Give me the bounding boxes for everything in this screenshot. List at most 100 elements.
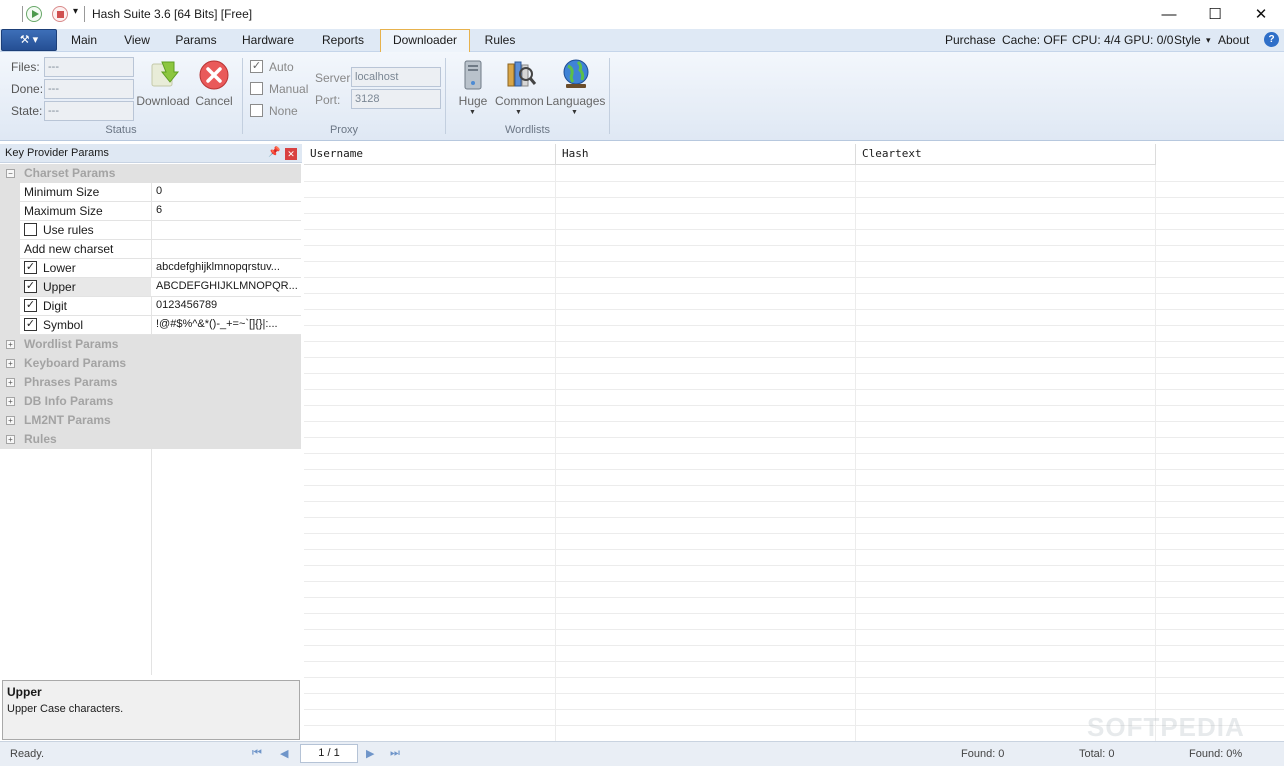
prop-key: Upper: [43, 280, 76, 294]
column-header-username[interactable]: Username: [304, 144, 556, 165]
prop-value[interactable]: 0: [156, 185, 298, 197]
tab-main[interactable]: Main: [60, 29, 108, 52]
prop-key[interactable]: Add new charset: [24, 242, 113, 256]
quick-access-menu-icon[interactable]: ▾: [73, 6, 78, 17]
tab-params[interactable]: Params: [168, 29, 224, 52]
maximize-button[interactable]: ☐: [1192, 0, 1238, 29]
prev-page-icon[interactable]: ◀: [280, 747, 288, 760]
hash-table[interactable]: Username Hash Cleartext: [304, 144, 1284, 741]
about-menu[interactable]: About: [1218, 33, 1249, 47]
prop-row-upper[interactable]: ✓ Upper ABCDEFGHIJKLMNOPQR...: [20, 278, 301, 297]
prop-value[interactable]: abcdefghijklmnopqrstuv...: [156, 261, 298, 273]
prop-row-maximum-size[interactable]: Maximum Size 6: [20, 202, 301, 221]
expand-icon[interactable]: +: [6, 340, 15, 349]
panel-title: Key Provider Params: [5, 147, 109, 159]
auto-checkbox[interactable]: ✓: [250, 60, 263, 73]
upper-checkbox[interactable]: ✓: [24, 280, 37, 293]
pin-icon[interactable]: 📌: [268, 147, 280, 158]
chevron-down-icon[interactable]: ▼: [515, 109, 522, 116]
prop-row-lower[interactable]: ✓ Lower abcdefghijklmnopqrstuv...: [20, 259, 301, 278]
prop-row-use-rules[interactable]: Use rules: [20, 221, 301, 240]
manual-label: Manual: [269, 82, 309, 96]
expand-icon[interactable]: +: [6, 378, 15, 387]
prop-value[interactable]: 0123456789: [156, 299, 298, 311]
cancel-button[interactable]: Cancel: [193, 94, 235, 108]
lower-checkbox[interactable]: ✓: [24, 261, 37, 274]
cpu-gpu-status[interactable]: CPU: 4/4 GPU: 0/0: [1072, 33, 1173, 47]
globe-icon[interactable]: [560, 58, 592, 90]
download-button[interactable]: Download: [136, 94, 190, 108]
row-line: [304, 709, 1284, 710]
description-title: Upper: [7, 685, 42, 699]
prop-row-symbol[interactable]: ✓ Symbol !@#$%^&*()-_+=~`[]{}|:...: [20, 316, 301, 335]
tab-reports[interactable]: Reports: [312, 29, 374, 52]
languages-button[interactable]: Languages: [546, 94, 605, 108]
download-icon[interactable]: [148, 58, 180, 90]
row-line: [304, 469, 1284, 470]
expand-icon[interactable]: +: [6, 416, 15, 425]
prop-row-add-new-charset[interactable]: Add new charset: [20, 240, 301, 259]
port-field[interactable]: 3128: [351, 89, 441, 109]
category-keyboard-params[interactable]: + Keyboard Params: [0, 354, 301, 373]
help-icon[interactable]: ?: [1264, 32, 1279, 47]
close-button[interactable]: ✕: [1238, 0, 1284, 29]
first-page-icon[interactable]: ⏮: [252, 747, 262, 760]
digit-checkbox[interactable]: ✓: [24, 299, 37, 312]
minimize-button[interactable]: —: [1146, 0, 1192, 29]
last-page-icon[interactable]: ⏭: [390, 747, 400, 760]
tab-view[interactable]: View: [114, 29, 160, 52]
huge-button[interactable]: Huge: [454, 94, 492, 108]
page-input[interactable]: 1 / 1: [300, 744, 358, 763]
category-db-info-params[interactable]: + DB Info Params: [0, 392, 301, 411]
chevron-down-icon[interactable]: ▼: [469, 109, 476, 116]
purchase-link[interactable]: Purchase: [945, 33, 996, 47]
prop-value[interactable]: ABCDEFGHIJKLMNOPQR...: [156, 280, 298, 292]
stop-icon[interactable]: [52, 6, 68, 22]
expand-icon[interactable]: +: [6, 359, 15, 368]
group-separator: [242, 58, 243, 134]
cancel-icon[interactable]: [198, 59, 230, 91]
watermark: SOFTPEDIA: [1087, 712, 1245, 742]
category-wordlist-params[interactable]: + Wordlist Params: [0, 335, 301, 354]
next-page-icon[interactable]: ▶: [366, 747, 374, 760]
prop-key: Minimum Size: [24, 185, 100, 199]
none-checkbox[interactable]: [250, 104, 263, 117]
category-rules[interactable]: + Rules: [0, 430, 301, 449]
server-field[interactable]: localhost: [351, 67, 441, 87]
category-lm2nt-params[interactable]: + LM2NT Params: [0, 411, 301, 430]
prop-row-digit[interactable]: ✓ Digit 0123456789: [20, 297, 301, 316]
manual-checkbox[interactable]: [250, 82, 263, 95]
expand-icon[interactable]: +: [6, 397, 15, 406]
style-menu[interactable]: Style: [1174, 33, 1201, 47]
common-button[interactable]: Common: [495, 94, 544, 108]
column-header-cleartext[interactable]: Cleartext: [856, 144, 1156, 165]
row-line: [304, 581, 1284, 582]
app-menu-button[interactable]: ⚒ ▾: [1, 29, 57, 51]
prop-row-minimum-size[interactable]: Minimum Size 0: [20, 183, 301, 202]
use-rules-checkbox[interactable]: [24, 223, 37, 236]
books-icon[interactable]: [505, 58, 537, 90]
grid-gutter: [0, 183, 20, 335]
cache-status[interactable]: Cache: OFF: [1002, 33, 1067, 47]
start-icon[interactable]: [26, 6, 42, 22]
category-phrases-params[interactable]: + Phrases Params: [0, 373, 301, 392]
row-line: [304, 277, 1284, 278]
prop-value[interactable]: 6: [156, 204, 298, 216]
tab-rules[interactable]: Rules: [476, 29, 524, 52]
row-line: [304, 261, 1284, 262]
state-field: ---: [44, 101, 134, 121]
symbol-checkbox[interactable]: ✓: [24, 318, 37, 331]
chevron-down-icon[interactable]: ▼: [571, 109, 578, 116]
tab-hardware[interactable]: Hardware: [232, 29, 304, 52]
expand-icon[interactable]: +: [6, 435, 15, 444]
chevron-down-icon[interactable]: ▾: [1206, 35, 1211, 46]
prop-value[interactable]: !@#$%^&*()-_+=~`[]{}|:...: [156, 318, 298, 330]
column-header-hash[interactable]: Hash: [556, 144, 856, 165]
title-bar: ▾ Hash Suite 3.6 [64 Bits] [Free] — ☐ ✕: [0, 0, 1284, 29]
server-tower-icon[interactable]: [457, 59, 489, 91]
collapse-icon[interactable]: −: [6, 169, 15, 178]
close-icon[interactable]: ✕: [285, 148, 297, 160]
tab-downloader[interactable]: Downloader: [380, 29, 470, 53]
row-line: [304, 405, 1284, 406]
category-charset-params[interactable]: − Charset Params: [0, 164, 301, 183]
